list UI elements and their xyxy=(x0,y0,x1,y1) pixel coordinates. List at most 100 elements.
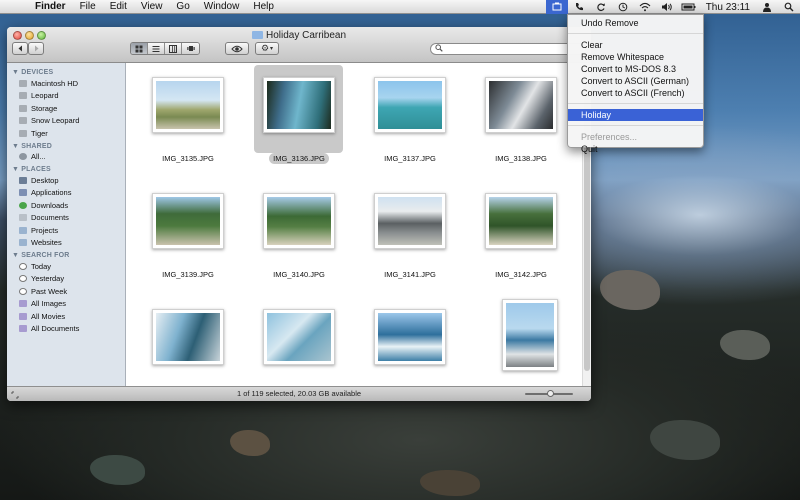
file-item[interactable] xyxy=(251,295,341,395)
sidebar-heading-search-for: ▼ SEARCH FOR xyxy=(12,252,70,259)
file-name: IMG_3138.JPG xyxy=(495,154,547,163)
sidebar-item-all-movies[interactable]: All Movies xyxy=(7,310,125,323)
menu-item-undo-remove[interactable]: Undo Remove xyxy=(568,17,703,29)
forward-button[interactable] xyxy=(28,42,44,55)
sidebar-item-macintosh-hd[interactable]: Macintosh HD xyxy=(7,77,125,90)
quick-look-button[interactable] xyxy=(225,42,249,55)
sidebar-item-leopard[interactable]: Leopard xyxy=(7,90,125,103)
file-item[interactable] xyxy=(473,295,563,395)
finder-window: Holiday Carribean ⚙ ▾ ▼ DEVICES Macintos… xyxy=(7,27,591,401)
image-thumbnail xyxy=(263,77,335,133)
rock xyxy=(720,330,770,360)
menu-item-clear[interactable]: Clear xyxy=(568,39,703,51)
spotlight-icon[interactable] xyxy=(778,0,800,14)
sidebar-item-today[interactable]: Today xyxy=(7,260,125,273)
downloads-icon xyxy=(19,201,27,209)
phone-icon[interactable] xyxy=(568,0,590,14)
file-item[interactable] xyxy=(362,295,452,395)
slider-knob[interactable] xyxy=(547,390,554,397)
hard-drive-icon xyxy=(19,129,27,137)
menu-item-holiday[interactable]: Holiday xyxy=(568,109,703,121)
status-bar: 1 of 119 selected, 20.03 GB available xyxy=(7,386,591,401)
menu-item-convert-ms-dos[interactable]: Convert to MS-DOS 8.3 xyxy=(568,63,703,75)
sidebar-item-tiger[interactable]: Tiger xyxy=(7,127,125,140)
sidebar-item-snow-leopard[interactable]: Snow Leopard xyxy=(7,115,125,128)
folder-icon xyxy=(251,31,263,39)
file-item[interactable]: IMG_3139.JPG xyxy=(140,179,230,279)
sidebar-item-websites[interactable]: Websites xyxy=(7,237,125,250)
icon-size-slider[interactable] xyxy=(525,390,573,397)
image-thumbnail xyxy=(152,77,224,133)
menu-item-convert-ascii-german[interactable]: Convert to ASCII (German) xyxy=(568,75,703,87)
menu-item-quit[interactable]: Quit xyxy=(568,143,703,155)
column-view-button[interactable] xyxy=(165,43,182,54)
file-name: IMG_3141.JPG xyxy=(384,270,436,279)
image-thumbnail xyxy=(263,309,335,365)
sidebar-heading-places: ▼ PLACES xyxy=(12,166,51,173)
image-thumbnail xyxy=(502,299,558,371)
menu-item-convert-ascii-french[interactable]: Convert to ASCII (French) xyxy=(568,87,703,99)
sidebar-item-applications[interactable]: Applications xyxy=(7,187,125,200)
file-item[interactable]: IMG_3135.JPG xyxy=(140,63,230,163)
sidebar-item-past-week[interactable]: Past Week xyxy=(7,285,125,298)
action-menu-button[interactable]: ⚙ ▾ xyxy=(255,42,279,55)
name-mangler-menulet-icon[interactable] xyxy=(545,0,568,14)
list-view-button[interactable] xyxy=(148,43,165,54)
sidebar-item-downloads[interactable]: Downloads xyxy=(7,199,125,212)
sidebar-item-all-documents[interactable]: All Documents xyxy=(7,323,125,336)
file-item[interactable]: IMG_3140.JPG xyxy=(251,179,341,279)
image-thumbnail xyxy=(374,309,446,365)
menu-go[interactable]: Go xyxy=(169,1,196,12)
file-name: IMG_3139.JPG xyxy=(162,270,214,279)
folder-icon xyxy=(19,226,27,234)
sidebar-item-yesterday[interactable]: Yesterday xyxy=(7,273,125,286)
rock xyxy=(230,430,270,456)
file-item[interactable]: IMG_3137.JPG xyxy=(362,63,452,163)
hard-drive-icon xyxy=(19,117,27,125)
menulet-dropdown-menu: Undo Remove Clear Remove Whitespace Conv… xyxy=(567,14,704,154)
menu-finder[interactable]: Finder xyxy=(28,1,73,12)
window-title-text: Holiday Carribean xyxy=(265,30,347,41)
user-icon[interactable] xyxy=(756,0,778,14)
file-name: IMG_3135.JPG xyxy=(162,154,214,163)
file-name: IMG_3137.JPG xyxy=(384,154,436,163)
back-button[interactable] xyxy=(12,42,28,55)
network-icon xyxy=(19,153,27,161)
hard-drive-icon xyxy=(19,92,27,100)
documents-icon xyxy=(19,214,27,222)
window-title: Holiday Carribean xyxy=(7,30,591,41)
battery-icon[interactable] xyxy=(678,0,700,14)
cover-flow-button[interactable] xyxy=(182,43,199,54)
file-name: IMG_3136.JPG xyxy=(251,153,347,164)
sidebar-item-all-images[interactable]: All Images xyxy=(7,298,125,311)
menu-file[interactable]: File xyxy=(73,1,103,12)
menu-separator xyxy=(568,103,703,104)
sidebar-item-documents[interactable]: Documents xyxy=(7,212,125,225)
menu-view[interactable]: View xyxy=(134,1,170,12)
smart-folder-icon xyxy=(19,325,27,333)
menu-window[interactable]: Window xyxy=(197,1,247,12)
volume-icon[interactable] xyxy=(656,0,678,14)
menu-help[interactable]: Help xyxy=(246,1,281,12)
wifi-icon[interactable] xyxy=(634,0,656,14)
sidebar-item-desktop[interactable]: Desktop xyxy=(7,174,125,187)
menu-item-remove-whitespace[interactable]: Remove Whitespace xyxy=(568,51,703,63)
applications-icon xyxy=(19,189,27,197)
resize-sidebar-icon[interactable] xyxy=(11,390,19,399)
file-item[interactable] xyxy=(140,295,230,395)
menu-bar-clock[interactable]: Thu 23:11 xyxy=(700,2,756,13)
file-item-selected[interactable]: IMG_3136.JPG xyxy=(251,63,343,164)
sync-icon[interactable] xyxy=(590,0,612,14)
sidebar-item-all-shared[interactable]: All... xyxy=(7,151,125,164)
search-field[interactable] xyxy=(430,43,586,55)
file-item[interactable]: IMG_3141.JPG xyxy=(362,179,452,279)
file-item[interactable]: IMG_3142.JPG xyxy=(473,179,563,279)
file-item[interactable]: IMG_3138.JPG xyxy=(473,63,563,163)
rock xyxy=(650,420,720,460)
sidebar-item-storage[interactable]: Storage xyxy=(7,102,125,115)
icon-view-button[interactable] xyxy=(131,43,148,54)
menu-edit[interactable]: Edit xyxy=(103,1,134,12)
time-machine-icon[interactable] xyxy=(612,0,634,14)
sidebar-item-projects[interactable]: Projects xyxy=(7,224,125,237)
rock xyxy=(90,455,145,485)
